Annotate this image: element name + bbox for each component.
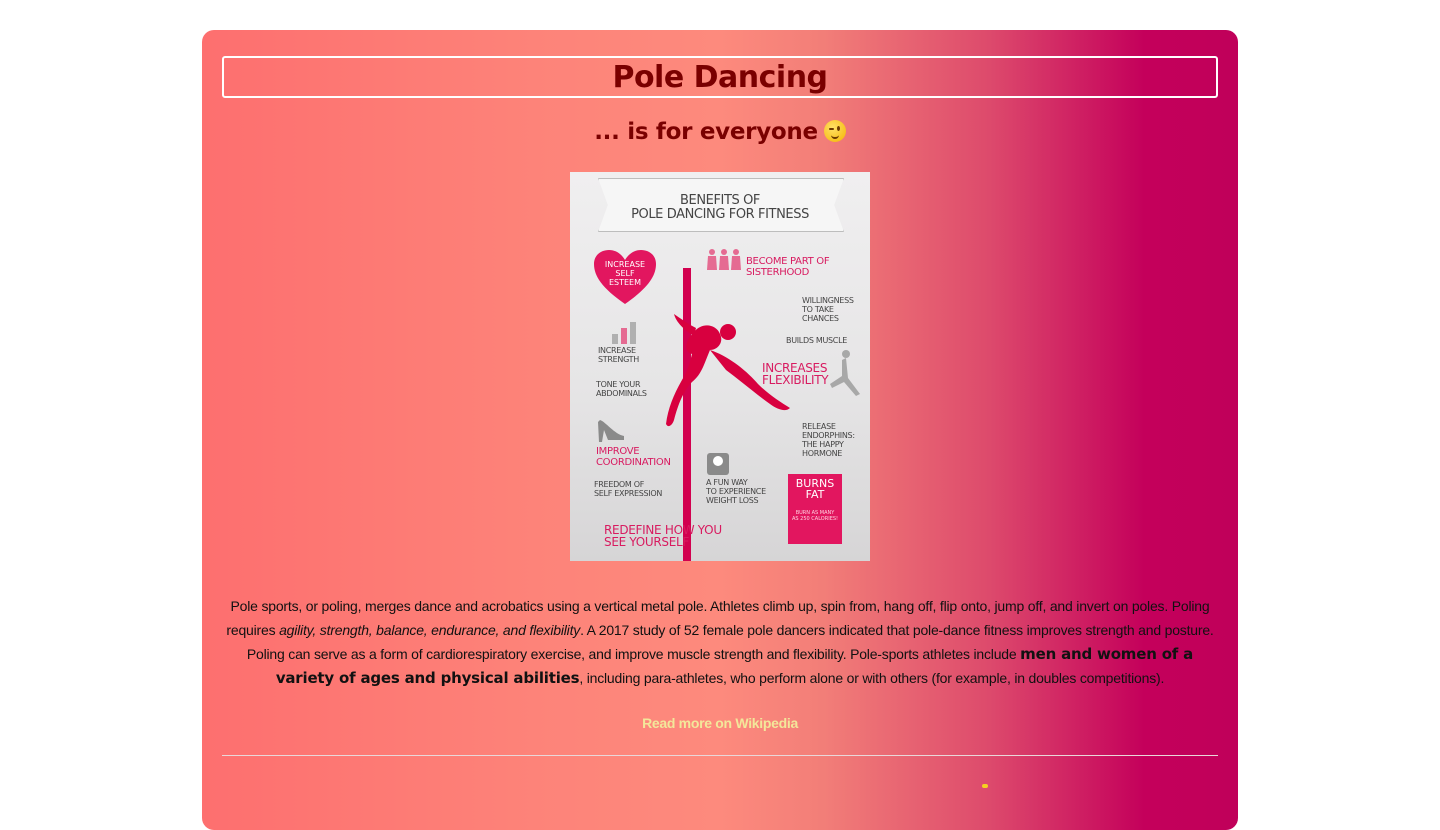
high-heel-icon: [598, 420, 624, 442]
label-weight-loss: A FUN WAY TO EXPERIENCE WEIGHT LOSS: [706, 478, 766, 505]
label-sisterhood: BECOME PART OF SISTERHOOD: [746, 256, 830, 278]
winking-face-icon: [823, 120, 846, 142]
label-flexibility: INCREASES FLEXIBILITY: [762, 361, 829, 387]
read-more-link[interactable]: Read more on Wikipedia: [202, 715, 1238, 731]
infographic-banner-text: BENEFITS OF POLE DANCING FOR FITNESS: [631, 193, 809, 222]
bar-chart-icon: [612, 322, 636, 344]
label-self-expression: FREEDOM OF SELF EXPRESSION: [594, 480, 663, 498]
silhouettes-icon: [707, 249, 741, 270]
label-burns-fat: BURNS FAT: [795, 477, 835, 501]
description-text-3: , including para-athletes, who perform a…: [579, 670, 1165, 686]
title-box: Pole Dancing: [222, 56, 1218, 98]
heart-label: INCREASE SELF ESTEEM: [604, 260, 646, 287]
label-burns-fat-small: BURN AS MANY AS 250 CALORIES!: [791, 510, 839, 522]
label-redefine: REDEFINE HOW YOU SEE YOURSELF: [604, 523, 722, 549]
page-subtitle: ... is for everyone: [202, 119, 1238, 145]
subtitle-text: ... is for everyone: [594, 119, 818, 145]
benefits-infographic: BENEFITS OF POLE DANCING FOR FITNESS INC…: [570, 172, 870, 561]
partial-icon: [982, 784, 988, 788]
content-card: Pole Dancing ... is for everyone BENEFIT…: [202, 30, 1238, 830]
description-italic: agility, strength, balance, endurance, a…: [279, 622, 581, 638]
description-paragraph: Pole sports, or poling, merges dance and…: [222, 594, 1218, 690]
label-coordination: IMPROVE COORDINATION: [596, 446, 671, 468]
label-increase-strength: INCREASE STRENGTH: [598, 346, 639, 364]
label-builds-muscle: BUILDS MUSCLE: [786, 336, 847, 345]
page-title: Pole Dancing: [612, 59, 828, 95]
label-endorphins: RELEASE ENDORPHINS: THE HAPPY HORMONE: [802, 422, 855, 458]
scale-icon: [707, 453, 729, 475]
yoga-pose-icon: [830, 350, 860, 396]
label-abdominals: TONE YOUR ABDOMINALS: [596, 380, 647, 398]
divider: [222, 755, 1218, 756]
label-willingness: WILLINGNESS TO TAKE CHANCES: [802, 296, 854, 323]
